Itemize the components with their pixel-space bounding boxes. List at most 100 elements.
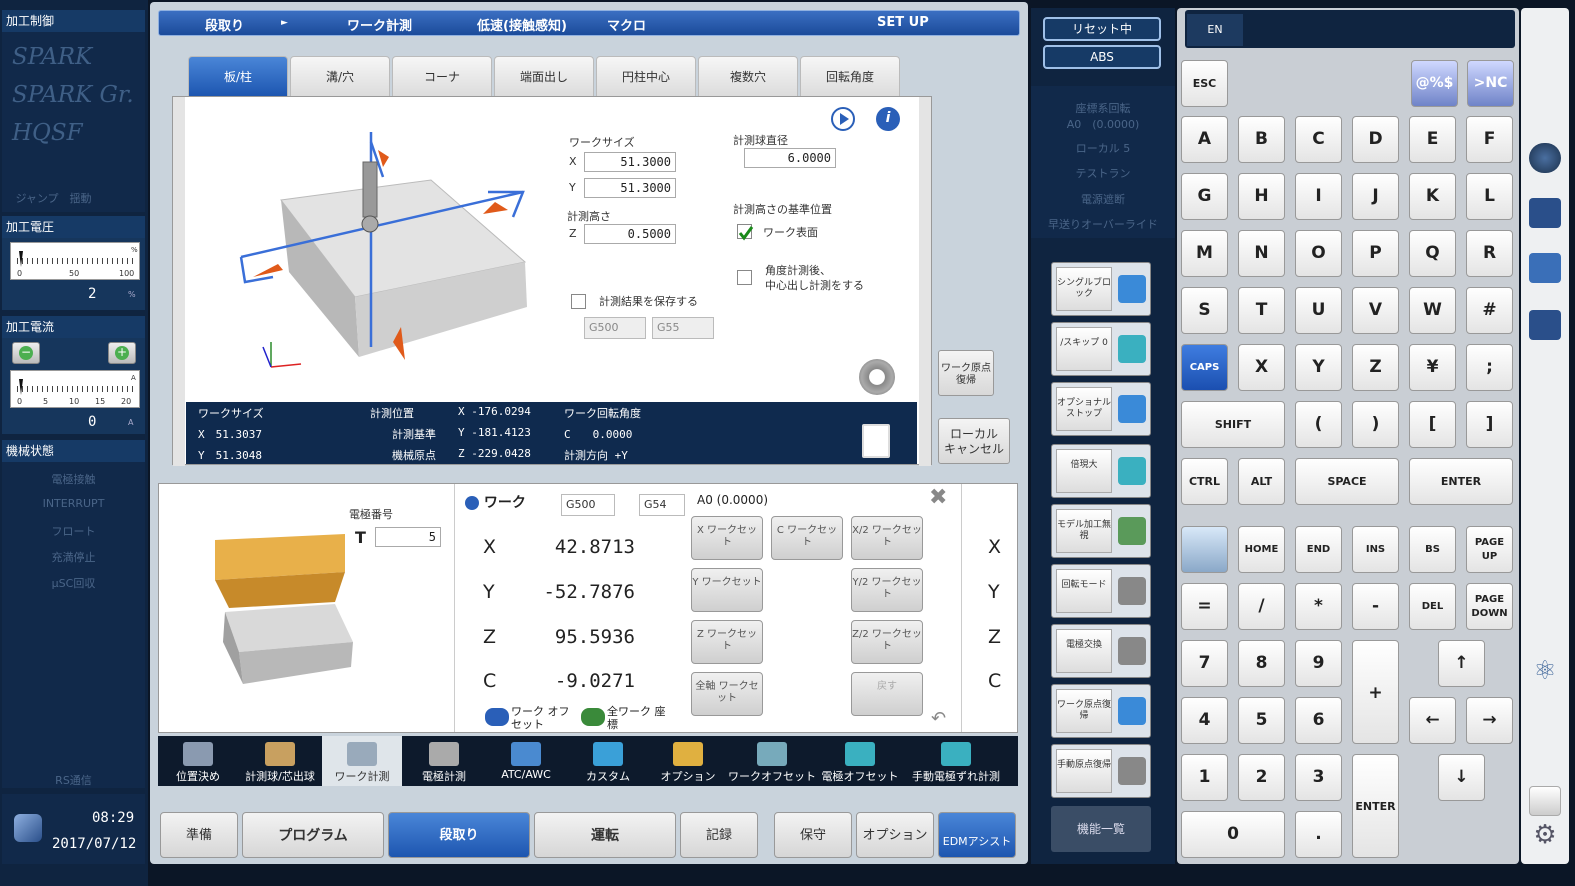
key-dot[interactable]: .	[1295, 811, 1342, 858]
key-r[interactable]: R	[1466, 230, 1513, 277]
current-increase-button[interactable]: +	[108, 342, 136, 364]
menu-setup[interactable]: 段取り	[388, 812, 530, 858]
skip-button[interactable]: /スキップ 0	[1051, 322, 1151, 376]
c-workset-button[interactable]: C ワークセット	[771, 516, 843, 560]
key-y[interactable]: Y	[1295, 344, 1342, 391]
key-g[interactable]: G	[1181, 173, 1228, 220]
key-home[interactable]: HOME	[1238, 526, 1285, 573]
model-ignore-button[interactable]: モデル加工無視	[1051, 504, 1151, 558]
key-up[interactable]: ↑	[1438, 640, 1485, 687]
menu-record[interactable]: 記録	[680, 812, 758, 858]
tab-rotation-angle[interactable]: 回転角度	[800, 56, 900, 96]
electrode-measure-button[interactable]: 電極計測	[402, 736, 486, 786]
key-b[interactable]: B	[1238, 116, 1285, 163]
optional-stop-button[interactable]: オプショナルストップ	[1051, 382, 1151, 436]
key-enter-top[interactable]: ENTER	[1409, 458, 1513, 505]
key-lbracket[interactable]: [	[1409, 401, 1456, 448]
x-workset-button[interactable]: X ワークセット	[691, 516, 763, 560]
key-8[interactable]: 8	[1238, 640, 1285, 687]
z-workset-button[interactable]: Z ワークセット	[691, 620, 763, 664]
key-rparen[interactable]: )	[1352, 401, 1399, 448]
monitor-icon[interactable]	[1529, 143, 1561, 173]
tab-multi-hole[interactable]: 複数穴	[698, 56, 798, 96]
breadcrumb-setup[interactable]: 段取り	[205, 15, 244, 34]
key-page-down[interactable]: PAGE DOWN	[1466, 583, 1513, 630]
save-result-checkbox[interactable]	[571, 294, 586, 309]
key-5[interactable]: 5	[1238, 697, 1285, 744]
window-icon[interactable]	[1529, 786, 1561, 816]
waveform-icon[interactable]	[1529, 198, 1561, 228]
work-measure-button[interactable]: ワーク計測	[322, 736, 402, 786]
key-d[interactable]: D	[1352, 116, 1399, 163]
key-4[interactable]: 4	[1181, 697, 1228, 744]
key-w[interactable]: W	[1409, 287, 1456, 334]
coord-select-2[interactable]: G55	[652, 317, 714, 339]
atom-icon[interactable]: ⚛	[1529, 656, 1561, 686]
electrode-change-button[interactable]: 電極交換	[1051, 624, 1151, 678]
work-surface-checkbox[interactable]	[737, 224, 754, 241]
key-ctrl[interactable]: CTRL	[1181, 458, 1228, 505]
key-asterisk[interactable]: *	[1295, 583, 1342, 630]
key-left[interactable]: ←	[1409, 697, 1456, 744]
key-plus[interactable]: +	[1352, 640, 1399, 744]
key-e[interactable]: E	[1409, 116, 1456, 163]
language-key[interactable]: EN	[1187, 14, 1243, 46]
key-yen[interactable]: ¥	[1409, 344, 1456, 391]
measure-ball-button[interactable]: 計測球/芯出球	[238, 736, 322, 786]
manual-electrode-shift-button[interactable]: 手動電極ずれ計測	[902, 736, 1010, 786]
electrode-offset-button[interactable]: 電極オフセット	[818, 736, 902, 786]
breadcrumb-work-measure[interactable]: ワーク計測	[347, 15, 412, 34]
key-u[interactable]: U	[1295, 287, 1342, 334]
gear-icon[interactable]	[859, 359, 895, 395]
menu-maintenance[interactable]: 保守	[774, 812, 852, 858]
menu-prepare[interactable]: 準備	[160, 812, 238, 858]
single-block-button[interactable]: シングルブロック	[1051, 262, 1151, 316]
work-size-x-input[interactable]: 51.3000	[584, 152, 676, 172]
menu-operation[interactable]: 運転	[534, 812, 676, 858]
key-a[interactable]: A	[1181, 116, 1228, 163]
key-del[interactable]: DEL	[1409, 583, 1456, 630]
measure-height-z-input[interactable]: 0.5000	[584, 224, 676, 244]
settings-icon[interactable]: ⚙	[1529, 820, 1561, 850]
custom-button[interactable]: カスタム	[566, 736, 650, 786]
key-t[interactable]: T	[1238, 287, 1285, 334]
key-space[interactable]: SPACE	[1295, 458, 1399, 505]
key-esc[interactable]: ESC	[1181, 60, 1228, 107]
touch-icon[interactable]	[1529, 253, 1561, 283]
keyboard-icon[interactable]	[1529, 310, 1561, 340]
work-offset-bar-button[interactable]: ワークオフセット	[726, 736, 818, 786]
key-shift[interactable]: SHIFT	[1181, 401, 1285, 448]
key-down[interactable]: ↓	[1438, 754, 1485, 801]
manual-origin-return-button[interactable]: 手動原点復帰	[1051, 744, 1151, 798]
left-scroll-arrow[interactable]	[173, 97, 185, 466]
angle-center-checkbox[interactable]	[737, 270, 752, 285]
key-x[interactable]: X	[1238, 344, 1285, 391]
key-m[interactable]: M	[1181, 230, 1228, 277]
close-icon[interactable]: ✖	[929, 487, 951, 510]
breadcrumb-low-speed[interactable]: 低速(接触感知)	[477, 15, 567, 34]
tab-corner[interactable]: コーナ	[392, 56, 492, 96]
play-icon[interactable]	[831, 107, 855, 131]
key-s[interactable]: S	[1181, 287, 1228, 334]
current-decrease-button[interactable]: −	[12, 342, 40, 364]
info-icon[interactable]: i	[876, 107, 900, 131]
y-workset-button[interactable]: Y ワークセット	[691, 568, 763, 612]
key-bs[interactable]: BS	[1409, 526, 1456, 573]
tab-groove[interactable]: 溝/穴	[290, 56, 390, 96]
clipboard-icon[interactable]	[862, 424, 890, 458]
work-coord-select-2[interactable]: G54	[639, 494, 685, 516]
magnify-button[interactable]: 倍現大	[1051, 444, 1151, 498]
local-cancel-button[interactable]: ローカル キャンセル	[938, 418, 1010, 464]
work-origin-return-button[interactable]: ワーク原点復帰	[938, 350, 994, 396]
work-offset-label[interactable]: ワーク オフセット	[511, 705, 571, 731]
key-end[interactable]: END	[1295, 526, 1342, 573]
key-alt[interactable]: ALT	[1238, 458, 1285, 505]
key-l[interactable]: L	[1466, 173, 1513, 220]
undo-button[interactable]: 戻す	[851, 672, 923, 716]
key-h[interactable]: H	[1238, 173, 1285, 220]
key-f[interactable]: F	[1466, 116, 1513, 163]
key-j[interactable]: J	[1352, 173, 1399, 220]
electrode-number-input[interactable]: 5	[375, 527, 441, 547]
key-n[interactable]: N	[1238, 230, 1285, 277]
key-equals[interactable]: =	[1181, 583, 1228, 630]
